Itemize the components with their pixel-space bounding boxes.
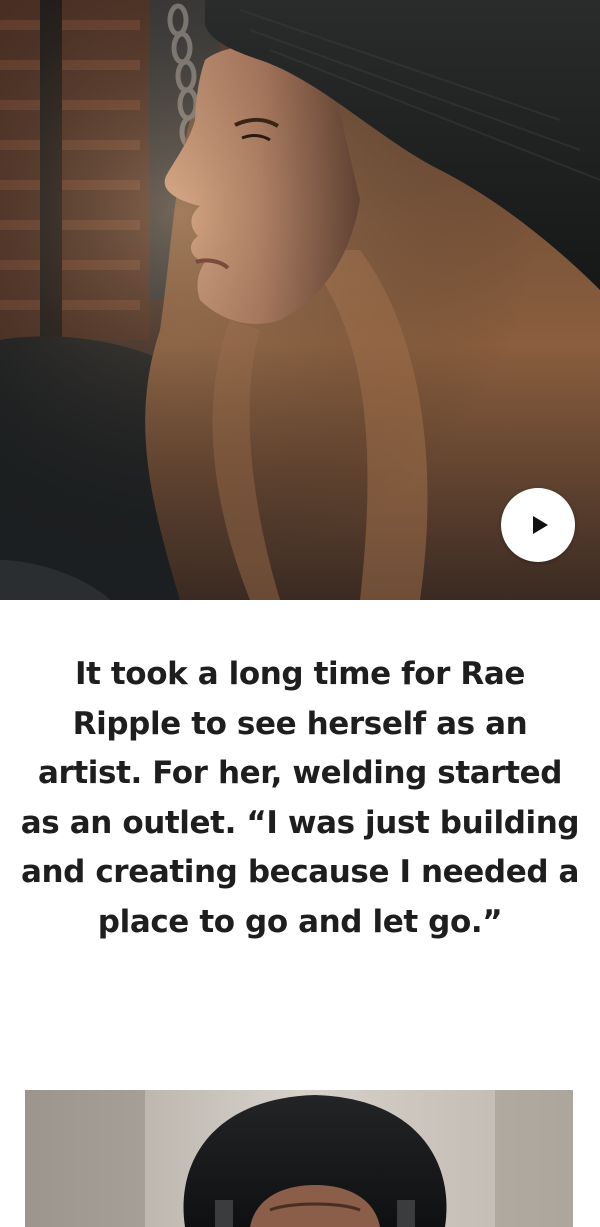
play-icon <box>533 516 548 534</box>
story-quote: It took a long time for Rae Ripple to se… <box>20 656 580 940</box>
play-button[interactable] <box>501 488 575 562</box>
welder-photo <box>25 1090 573 1227</box>
hero-video[interactable] <box>0 0 600 600</box>
